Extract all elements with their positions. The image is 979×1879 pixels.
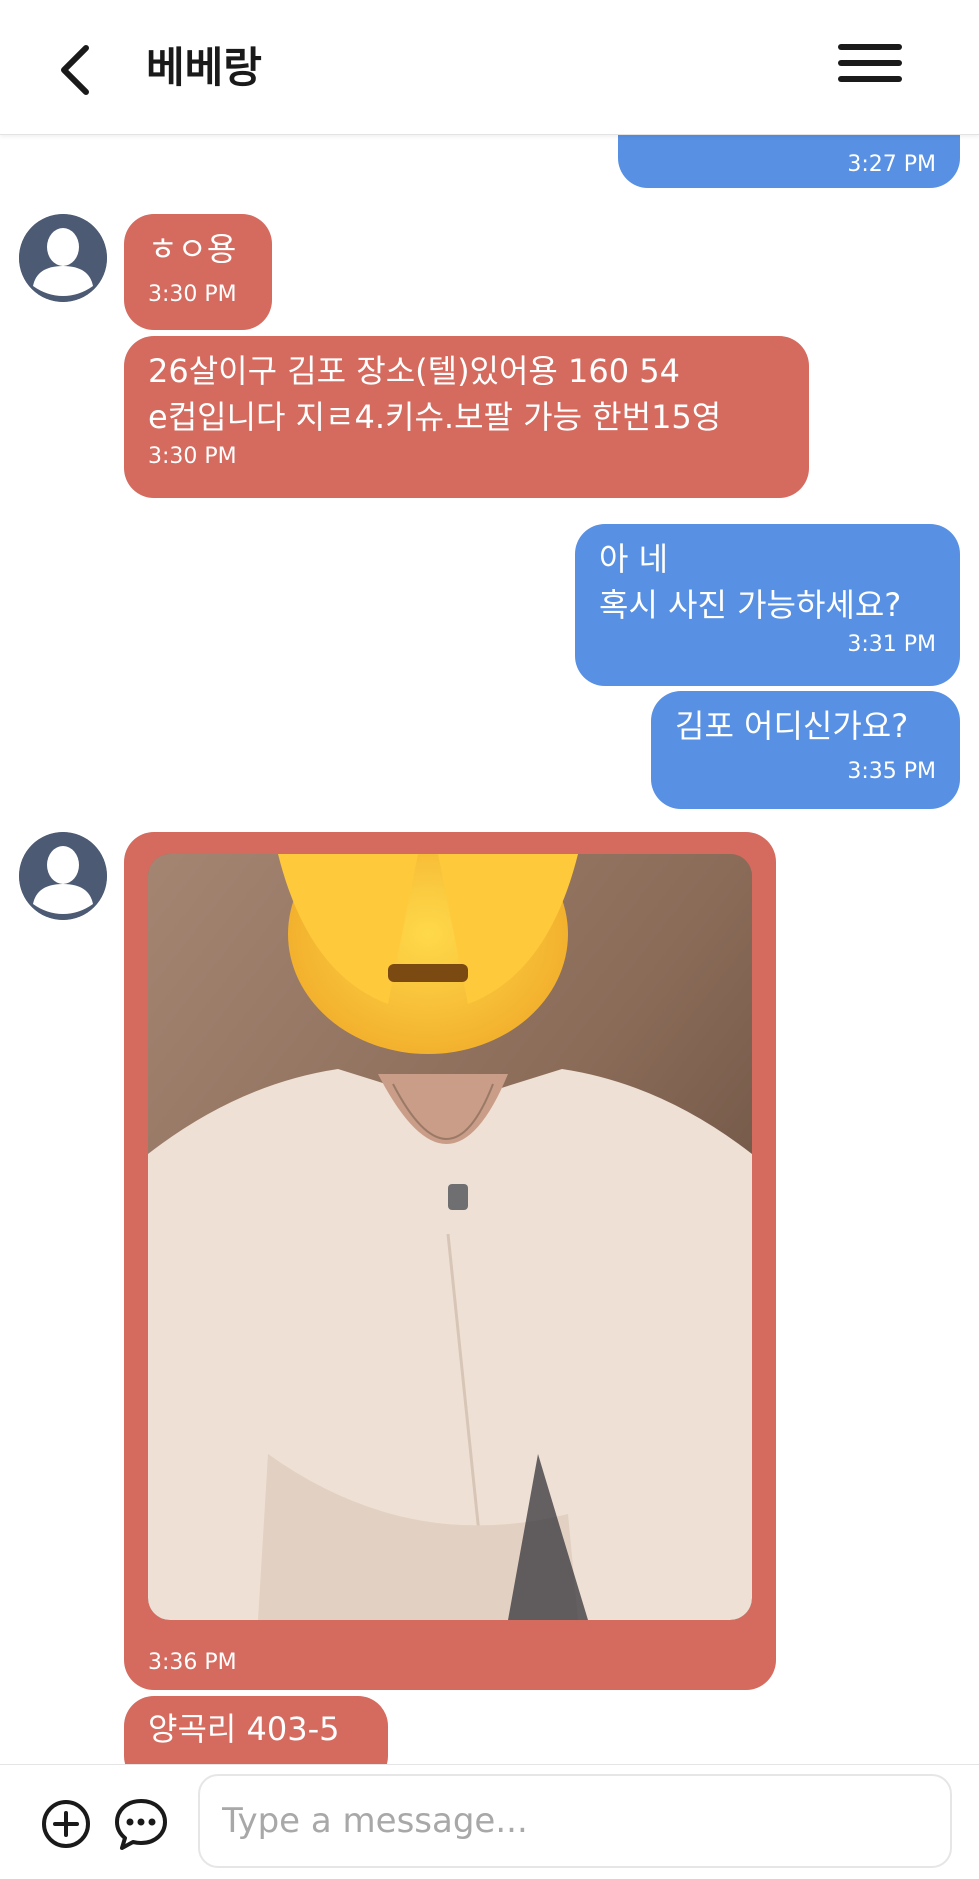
chat-title: 베베랑 <box>146 43 262 92</box>
message-text: ㅎㅇ용 <box>148 230 237 268</box>
message-time: 3:36 PM <box>148 1650 237 1675</box>
message-time: 3:31 PM <box>847 632 936 657</box>
message-text: 아 네 혹시 사진 가능하세요? <box>599 540 902 624</box>
avatar[interactable] <box>19 214 107 302</box>
message-text: 양곡리 403-5 <box>148 1710 340 1748</box>
message-text: 김포 어디신가요? <box>675 707 909 745</box>
message-bubble-outgoing[interactable]: 아 네 혹시 사진 가능하세요? 3:31 PM <box>575 524 960 686</box>
menu-line <box>838 44 902 50</box>
user-silhouette-icon <box>19 832 107 920</box>
message-input[interactable] <box>198 1774 952 1868</box>
photo-image <box>148 854 752 1620</box>
message-bubble-outgoing[interactable]: 김포 어디신가요? 3:35 PM <box>651 691 960 809</box>
message-time: 3:30 PM <box>148 444 237 469</box>
photo-attachment[interactable] <box>148 854 752 1620</box>
chevron-left-icon <box>61 45 89 95</box>
add-attachment-button[interactable] <box>40 1798 92 1850</box>
message-bubble-incoming[interactable]: ㅎㅇ용 3:30 PM <box>124 214 272 330</box>
message-bubble-outgoing[interactable]: 3:27 PM <box>618 134 960 188</box>
back-button[interactable] <box>48 40 108 100</box>
user-silhouette-icon <box>19 214 107 302</box>
menu-line <box>838 60 902 66</box>
chat-options-button[interactable] <box>112 1796 170 1852</box>
message-bubble-incoming[interactable]: 양곡리 403-5 <box>124 1696 388 1764</box>
message-bubble-image[interactable]: 3:36 PM <box>124 832 776 1690</box>
message-time: 3:27 PM <box>847 152 936 177</box>
plus-circle-icon <box>42 1800 90 1848</box>
hamburger-menu-button[interactable] <box>838 44 902 92</box>
message-list[interactable]: 3:27 PM ㅎㅇ용 3:30 PM 26살이구 김포 장소(텔)있어용 16… <box>0 134 979 1764</box>
message-time: 3:35 PM <box>847 759 936 784</box>
message-text: 26살이구 김포 장소(텔)있어용 160 54 e컵입니다 지ㄹ4.키슈.보팔… <box>148 352 722 436</box>
message-bubble-incoming[interactable]: 26살이구 김포 장소(텔)있어용 160 54 e컵입니다 지ㄹ4.키슈.보팔… <box>124 336 809 498</box>
chat-bubble-dots-icon <box>115 1799 167 1850</box>
avatar[interactable] <box>19 832 107 920</box>
chat-header: 베베랑 <box>0 0 979 135</box>
message-time: 3:30 PM <box>148 282 237 307</box>
menu-line <box>838 76 902 82</box>
